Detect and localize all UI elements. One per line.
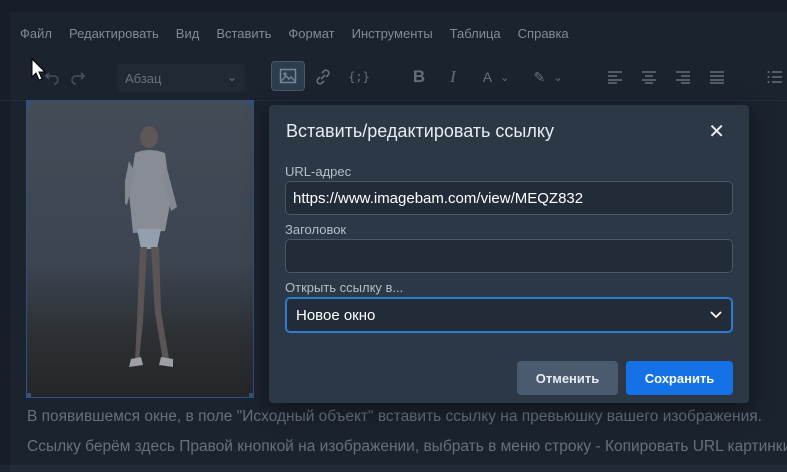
open-in-value: Новое окно — [296, 306, 376, 324]
open-in-label: Открыть ссылку в... — [285, 280, 404, 295]
cancel-button[interactable]: Отменить — [517, 361, 618, 395]
mouse-cursor-icon — [31, 58, 47, 81]
link-dialog: Вставить/редактировать ссылку ✕ URL-адре… — [269, 105, 749, 403]
title-label: Заголовок — [285, 222, 347, 237]
open-in-select[interactable]: Новое окно — [285, 297, 733, 333]
dialog-title: Вставить/редактировать ссылку — [286, 121, 554, 141]
close-icon[interactable]: ✕ — [708, 119, 725, 144]
chevron-down-icon — [710, 306, 722, 322]
url-label: URL-адрес — [285, 164, 352, 179]
title-input[interactable] — [285, 239, 733, 273]
save-button[interactable]: Сохранить — [626, 361, 733, 395]
url-input[interactable] — [285, 181, 733, 215]
